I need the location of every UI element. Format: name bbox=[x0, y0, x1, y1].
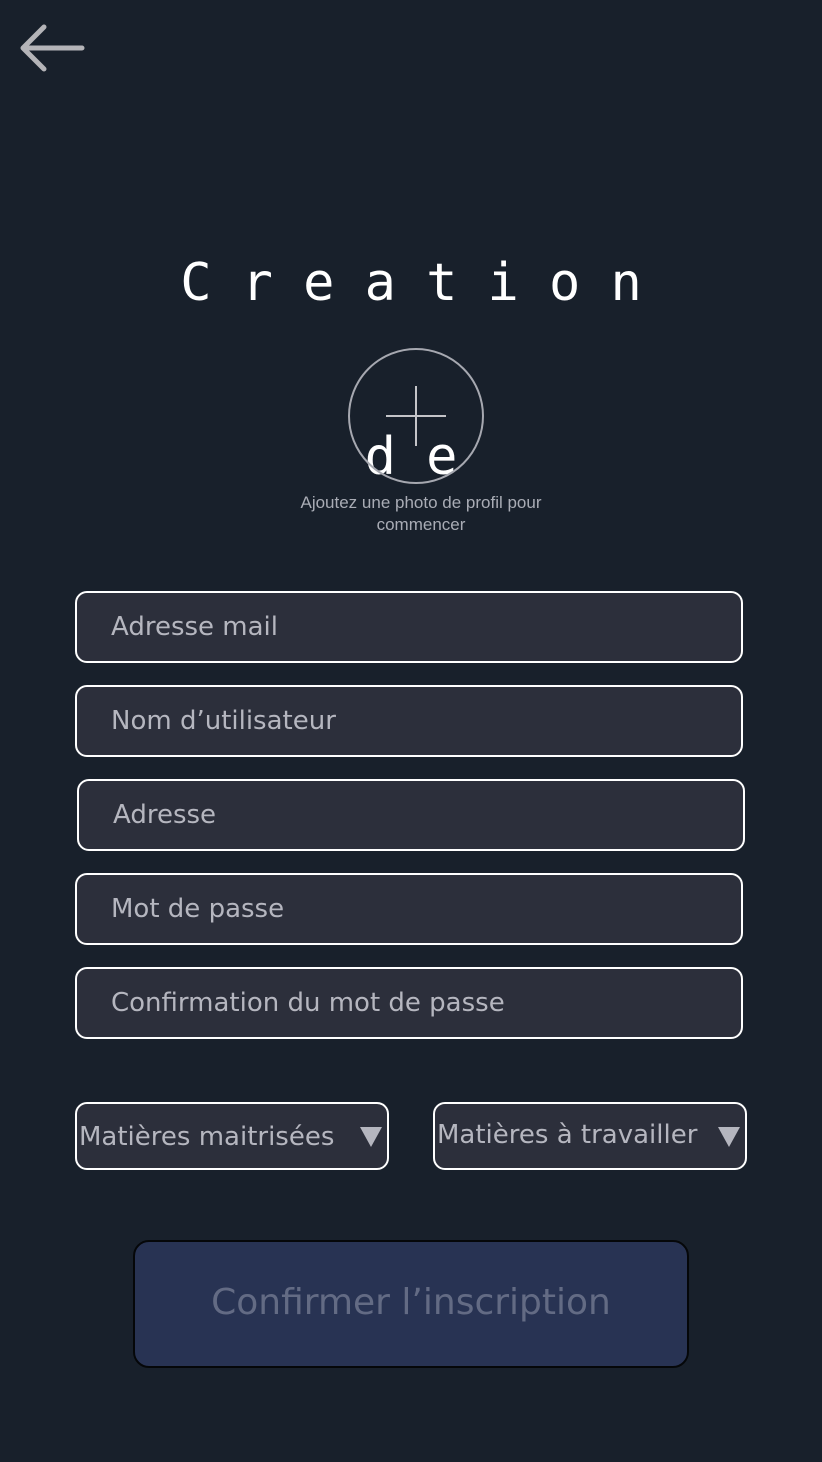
mastered-subjects-label: Matières maitrisées bbox=[79, 1122, 335, 1152]
plus-icon bbox=[386, 386, 446, 446]
page-title-line-1: Creation bbox=[180, 253, 672, 313]
username-field[interactable] bbox=[75, 685, 743, 757]
triangle-down-icon bbox=[718, 1127, 740, 1147]
password-field[interactable] bbox=[75, 873, 743, 945]
back-button[interactable] bbox=[18, 22, 88, 74]
triangle-down-icon bbox=[360, 1127, 382, 1147]
subjects-to-work-label: Matières à travailler bbox=[437, 1120, 698, 1150]
mastered-subjects-select[interactable]: Matières maitrisées bbox=[75, 1102, 389, 1170]
add-photo-button[interactable] bbox=[348, 348, 484, 484]
confirm-registration-button[interactable]: Confirmer l’inscription bbox=[133, 1240, 689, 1368]
subjects-to-work-select[interactable]: Matières à travailler bbox=[433, 1102, 747, 1170]
arrow-left-icon bbox=[20, 24, 85, 72]
password-confirm-field[interactable] bbox=[75, 967, 743, 1039]
email-field[interactable] bbox=[75, 591, 743, 663]
photo-hint: Ajoutez une photo de profil pour commenc… bbox=[300, 493, 542, 534]
address-field[interactable] bbox=[77, 779, 745, 851]
